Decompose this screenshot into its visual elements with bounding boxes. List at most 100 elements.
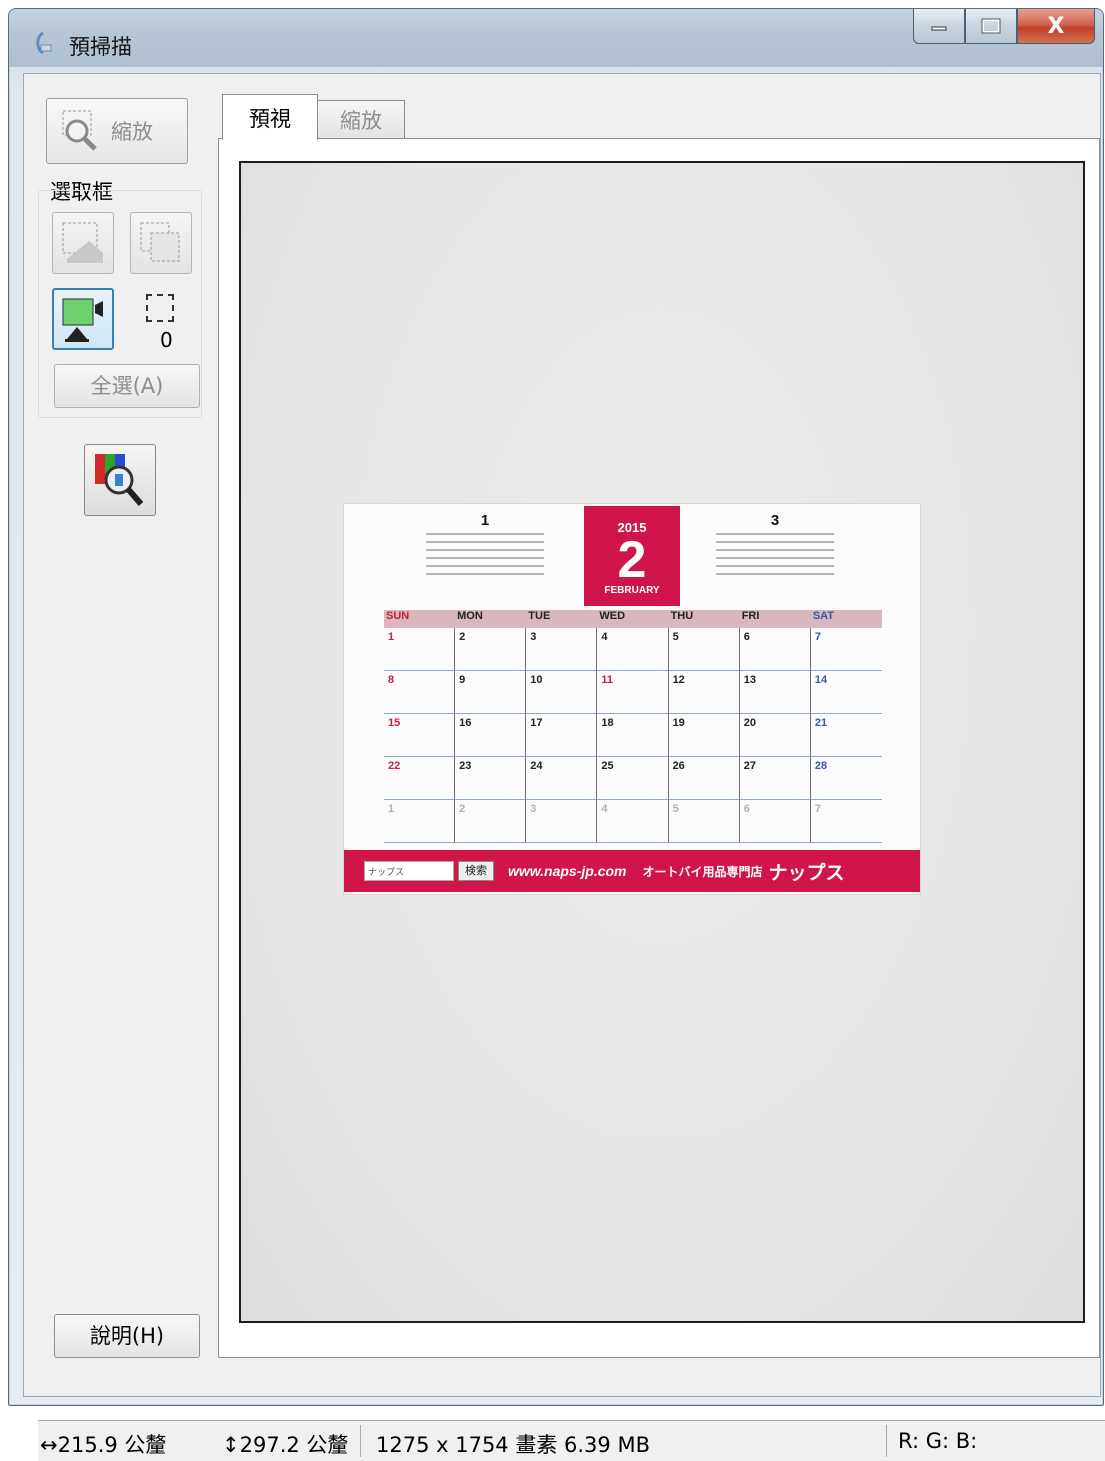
marquee-count-icon bbox=[146, 294, 174, 322]
color-palette-magnifier-icon bbox=[95, 454, 144, 506]
select-all-button[interactable]: 全選(A) bbox=[54, 364, 200, 408]
calendar-day: 16 bbox=[455, 714, 527, 757]
calendar-day: 2 bbox=[455, 628, 527, 671]
weekday-label: WED bbox=[599, 610, 626, 622]
close-button[interactable]: X bbox=[1017, 9, 1095, 44]
weekday-label: FRI bbox=[741, 610, 760, 622]
calendar-day: 5 bbox=[668, 628, 740, 671]
scanner-icon bbox=[36, 31, 52, 55]
delete-marquee-button[interactable] bbox=[130, 212, 192, 274]
duplicate-marquee-icon bbox=[140, 222, 180, 262]
calendar-day: 15 bbox=[384, 714, 456, 757]
color-palette-button[interactable] bbox=[84, 444, 156, 516]
calendar-day: 4 bbox=[597, 800, 669, 843]
zoom-button-label: 縮放 bbox=[111, 120, 153, 144]
marquee-count: 0 bbox=[160, 328, 173, 352]
calendar-day: 25 bbox=[597, 757, 669, 800]
mini-month-next: 3 bbox=[770, 512, 780, 529]
tab-preview[interactable]: 預視 bbox=[222, 94, 318, 140]
current-month-block: 2015 2 FEBRUARY bbox=[584, 506, 680, 606]
calendar-day: 8 bbox=[384, 671, 456, 714]
calendar-day: 7 bbox=[810, 628, 882, 671]
calendar-day: 9 bbox=[455, 671, 527, 714]
calendar-month-number: 2 bbox=[617, 531, 647, 589]
calendar-day: 5 bbox=[668, 800, 740, 843]
weekday-label: SAT bbox=[812, 610, 835, 622]
calendar-url: www.naps-jp.com bbox=[508, 863, 627, 879]
zoom-button[interactable]: 縮放 bbox=[46, 98, 188, 164]
maximize-button[interactable] bbox=[965, 9, 1017, 44]
marquee-green-icon bbox=[62, 298, 103, 342]
calendar-shop-text: オートバイ用品専門店 bbox=[642, 864, 763, 879]
calendar-search-button: 検索 bbox=[458, 861, 494, 881]
calendar-day: 12 bbox=[668, 671, 740, 714]
calendar-day: 23 bbox=[455, 757, 527, 800]
auto-locate-button[interactable] bbox=[52, 212, 114, 274]
calendar-day: 17 bbox=[526, 714, 598, 757]
calendar-day: 3 bbox=[526, 628, 598, 671]
caption-buttons: X bbox=[913, 9, 1095, 45]
client-area: 縮放 選取框 0 全選(A) 說明(H) 預視 縮放 1 2015 2 FEBR… bbox=[23, 73, 1105, 1461]
calendar-day: 6 bbox=[739, 800, 811, 843]
tab-zoom[interactable]: 縮放 bbox=[317, 100, 405, 138]
title-bar: 預掃描 X bbox=[9, 9, 1103, 67]
window-title: 預掃描 bbox=[69, 35, 132, 59]
height-value: 297.2 公釐 bbox=[239, 1433, 349, 1457]
calendar-day: 1 bbox=[384, 628, 456, 671]
maximize-icon bbox=[981, 18, 1001, 34]
weekday-label: THU bbox=[670, 610, 694, 622]
calendar-day: 10 bbox=[526, 671, 598, 714]
calendar-brand: ナップス bbox=[768, 862, 845, 884]
close-icon: X bbox=[1047, 13, 1065, 39]
calendar-day: 24 bbox=[526, 757, 598, 800]
calendar-day: 26 bbox=[668, 757, 740, 800]
status-divider bbox=[886, 1425, 887, 1457]
calendar-day: 4 bbox=[597, 628, 669, 671]
horizontal-arrow-icon: ↔ bbox=[40, 1433, 58, 1457]
mini-calendar-prev: 1 bbox=[420, 512, 550, 581]
weekday-label: SUN bbox=[386, 610, 410, 622]
status-bar: ↔215.9 公釐 ↕297.2 公釐 1275 x 1754 畫素 6.39 … bbox=[38, 1420, 1105, 1461]
calendar-day: 3 bbox=[526, 800, 598, 843]
mini-month-prev: 1 bbox=[480, 512, 490, 529]
mini-calendar-days bbox=[716, 533, 834, 581]
rgb-readout: R: G: B: bbox=[898, 1429, 978, 1453]
help-button[interactable]: 說明(H) bbox=[54, 1314, 200, 1358]
vertical-arrow-icon: ↕ bbox=[222, 1433, 240, 1457]
status-divider bbox=[360, 1425, 361, 1457]
calendar-search-box: ナップス bbox=[364, 861, 454, 881]
calendar-footer: ナップス 検索 www.naps-jp.com オートバイ用品専門店 ナップス bbox=[344, 850, 920, 892]
calendar-day: 28 bbox=[810, 757, 882, 800]
marquee-toggle-button[interactable] bbox=[52, 288, 114, 350]
scanned-calendar: 1 2015 2 FEBRUARY 3 SUN MON TUE WED THU FRI SA… bbox=[343, 503, 921, 895]
calendar-day: 7 bbox=[810, 800, 882, 843]
minimize-button[interactable] bbox=[913, 9, 965, 44]
preview-image[interactable]: 1 2015 2 FEBRUARY 3 SUN MON TUE WED THU FRI SA… bbox=[239, 161, 1085, 1323]
tab-panel: 1 2015 2 FEBRUARY 3 SUN MON TUE WED THU FRI SA… bbox=[218, 138, 1100, 1358]
calendar-day: 11 bbox=[597, 671, 669, 714]
calendar-month-name: FEBRUARY bbox=[604, 585, 660, 596]
calendar-day: 22 bbox=[384, 757, 456, 800]
weekday-label: MON bbox=[457, 610, 483, 622]
calendar-day: 20 bbox=[739, 714, 811, 757]
calendar-day: 27 bbox=[739, 757, 811, 800]
width-value: 215.9 公釐 bbox=[57, 1433, 167, 1457]
weekday-label: TUE bbox=[528, 610, 551, 622]
calendar-day: 6 bbox=[739, 628, 811, 671]
calendar-day: 13 bbox=[739, 671, 811, 714]
pixel-size-readout: 1275 x 1754 畫素 6.39 MB bbox=[376, 1433, 650, 1457]
prescan-window: 預掃描 X 縮放 選取框 0 全選(A) 說明(H) 預視 縮放 1 2015 … bbox=[8, 8, 1105, 1461]
height-readout: ↕297.2 公釐 bbox=[222, 1429, 348, 1459]
auto-locate-icon bbox=[62, 222, 103, 263]
calendar-day: 19 bbox=[668, 714, 740, 757]
calendar-day: 21 bbox=[810, 714, 882, 757]
minimize-icon bbox=[931, 26, 947, 31]
calendar-day: 14 bbox=[810, 671, 882, 714]
mini-calendar-next: 3 bbox=[710, 512, 840, 581]
mini-calendar-days bbox=[426, 533, 544, 581]
calendar-day: 1 bbox=[384, 800, 456, 843]
calendar-day: 18 bbox=[597, 714, 669, 757]
zoom-preview-icon bbox=[62, 110, 97, 151]
weekday-header: SUN MON TUE WED THU FRI SAT bbox=[384, 610, 882, 628]
width-readout: ↔215.9 公釐 bbox=[40, 1429, 166, 1459]
